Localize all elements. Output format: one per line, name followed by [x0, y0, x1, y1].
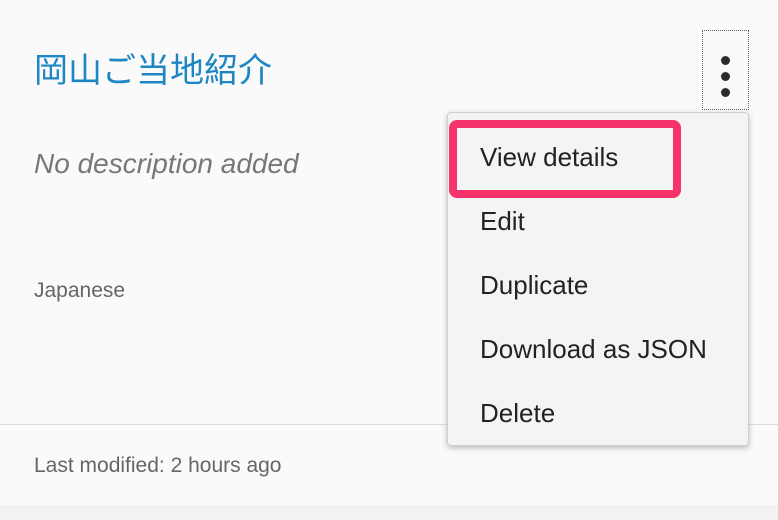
project-description: No description added [34, 148, 299, 179]
menu-item-download-json[interactable]: Download as JSON [448, 318, 748, 382]
project-title[interactable]: 岡山ご当地紹介 [34, 48, 272, 94]
menu-item-label: Edit [480, 206, 525, 236]
menu-item-duplicate[interactable]: Duplicate [448, 254, 748, 318]
menu-item-label: Download as JSON [480, 334, 707, 364]
menu-item-label: Duplicate [480, 270, 589, 300]
menu-item-label: View details [480, 142, 619, 172]
menu-item-label: Delete [480, 398, 556, 428]
vertical-ellipsis-icon [721, 56, 730, 65]
vertical-ellipsis-icon [721, 88, 730, 97]
options-menu: View details Edit Duplicate Download as … [447, 112, 749, 446]
menu-item-edit[interactable]: Edit [448, 190, 748, 254]
more-options-button[interactable] [702, 30, 749, 110]
menu-item-view-details[interactable]: View details [448, 126, 748, 190]
vertical-ellipsis-icon [721, 72, 730, 81]
project-language: Japanese [34, 279, 126, 302]
last-modified-text: Last modified: 2 hours ago [34, 454, 282, 477]
menu-item-delete[interactable]: Delete [448, 382, 748, 446]
